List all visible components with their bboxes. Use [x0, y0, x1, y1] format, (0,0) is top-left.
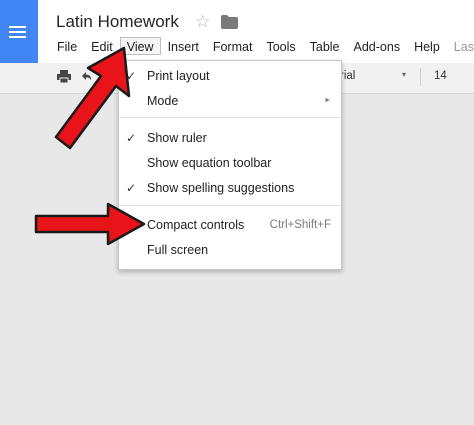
last-edit-link[interactable]: Las: [447, 37, 474, 55]
font-family-select[interactable]: rial ▾: [330, 66, 412, 88]
checkmark-icon: ✓: [126, 131, 137, 145]
document-title[interactable]: Latin Homework: [56, 12, 179, 32]
menu-help[interactable]: Help: [407, 37, 447, 55]
chevron-right-icon: ►: [324, 97, 331, 104]
document-header: Latin Homework ☆ File Edit View Insert F…: [0, 0, 474, 63]
checkmark-icon: ✓: [126, 181, 137, 195]
print-icon[interactable]: [57, 70, 71, 84]
checkmark-icon: ✓: [126, 69, 137, 83]
menu-option-compact-controls[interactable]: Compact controls Ctrl+Shift+F: [119, 214, 341, 238]
font-family-value: rial: [340, 70, 356, 82]
menu-edit[interactable]: Edit: [84, 37, 120, 55]
menu-add-ons[interactable]: Add-ons: [347, 37, 408, 55]
font-size-select[interactable]: 14: [434, 70, 447, 82]
view-menu-dropdown: ✓ Print layout Mode ► ✓ Show ruler Show …: [118, 60, 342, 270]
menu-file[interactable]: File: [50, 37, 84, 55]
menu-option-show-spelling-suggestions[interactable]: ✓ Show spelling suggestions: [119, 177, 341, 201]
menu-option-full-screen[interactable]: Full screen: [119, 239, 341, 263]
menu-option-label: Show ruler: [147, 131, 207, 145]
undo-icon[interactable]: [80, 70, 92, 82]
menu-option-print-layout[interactable]: ✓ Print layout: [119, 65, 341, 89]
menu-option-label: Full screen: [147, 243, 209, 257]
star-icon[interactable]: ☆: [195, 12, 210, 32]
menu-option-show-ruler[interactable]: ✓ Show ruler: [119, 127, 341, 151]
menu-option-label: Print layout: [147, 69, 210, 83]
menu-view[interactable]: View: [119, 37, 161, 55]
docs-logo-lines: [9, 26, 26, 38]
menu-bar: File Edit View Insert Format Tools Table…: [50, 37, 474, 55]
keyboard-shortcut: Ctrl+Shift+F: [269, 219, 331, 231]
folder-icon[interactable]: [221, 15, 238, 29]
menu-divider: [119, 117, 341, 118]
menu-format[interactable]: Format: [206, 37, 260, 55]
menu-divider: [119, 205, 341, 206]
toolbar-divider: [420, 68, 421, 86]
chevron-down-icon: ▾: [401, 70, 406, 79]
menu-option-show-equation-toolbar[interactable]: Show equation toolbar: [119, 152, 341, 176]
menu-option-label: Show spelling suggestions: [147, 181, 295, 195]
menu-option-label: Compact controls: [147, 218, 245, 232]
menu-option-mode[interactable]: Mode ►: [119, 90, 341, 114]
menu-table[interactable]: Table: [303, 37, 347, 55]
menu-option-label: Mode: [147, 94, 179, 108]
menu-option-label: Show equation toolbar: [147, 156, 272, 170]
menu-tools[interactable]: Tools: [259, 37, 302, 55]
menu-insert[interactable]: Insert: [161, 37, 206, 55]
docs-logo-icon[interactable]: [0, 0, 38, 63]
app-window: Latin Homework ☆ File Edit View Insert F…: [0, 0, 474, 425]
